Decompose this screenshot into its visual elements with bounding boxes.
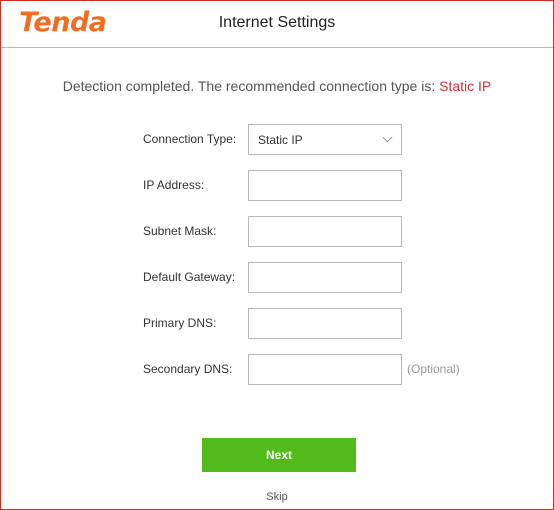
recommended-type: Static IP (439, 78, 492, 94)
secondary-dns-input[interactable] (248, 354, 402, 385)
ip-address-row: IP Address: (1, 170, 553, 202)
primary-dns-row: Primary DNS: (1, 308, 553, 340)
connection-type-value: Static IP (258, 133, 303, 147)
header-bar: Tenda Internet Settings (1, 1, 553, 48)
next-button[interactable]: Next (202, 438, 356, 472)
primary-dns-label: Primary DNS: (143, 316, 217, 330)
subnet-mask-row: Subnet Mask: (1, 216, 553, 248)
chevron-down-icon (382, 132, 393, 143)
detection-text: Detection completed. The recommended con… (62, 78, 440, 94)
skip-link[interactable]: Skip (1, 491, 553, 503)
ip-address-label: IP Address: (143, 178, 205, 192)
optional-hint: (Optional) (407, 362, 460, 376)
page-frame: Tenda Internet Settings Detection comple… (0, 0, 554, 510)
connection-type-select[interactable]: Static IP (248, 124, 402, 155)
default-gateway-label: Default Gateway: (143, 270, 236, 284)
secondary-dns-row: Secondary DNS: (Optional) (1, 354, 553, 386)
ip-address-input[interactable] (248, 170, 402, 201)
primary-dns-input[interactable] (248, 308, 402, 339)
default-gateway-row: Default Gateway: (1, 262, 553, 294)
subnet-mask-input[interactable] (248, 216, 402, 247)
connection-type-label: Connection Type: (143, 132, 237, 146)
detection-message: Detection completed. The recommended con… (1, 78, 553, 94)
page-title: Internet Settings (218, 14, 336, 31)
connection-type-row: Connection Type: Static IP (1, 124, 553, 156)
default-gateway-input[interactable] (248, 262, 402, 293)
secondary-dns-label: Secondary DNS: (143, 362, 233, 376)
subnet-mask-label: Subnet Mask: (143, 224, 217, 238)
